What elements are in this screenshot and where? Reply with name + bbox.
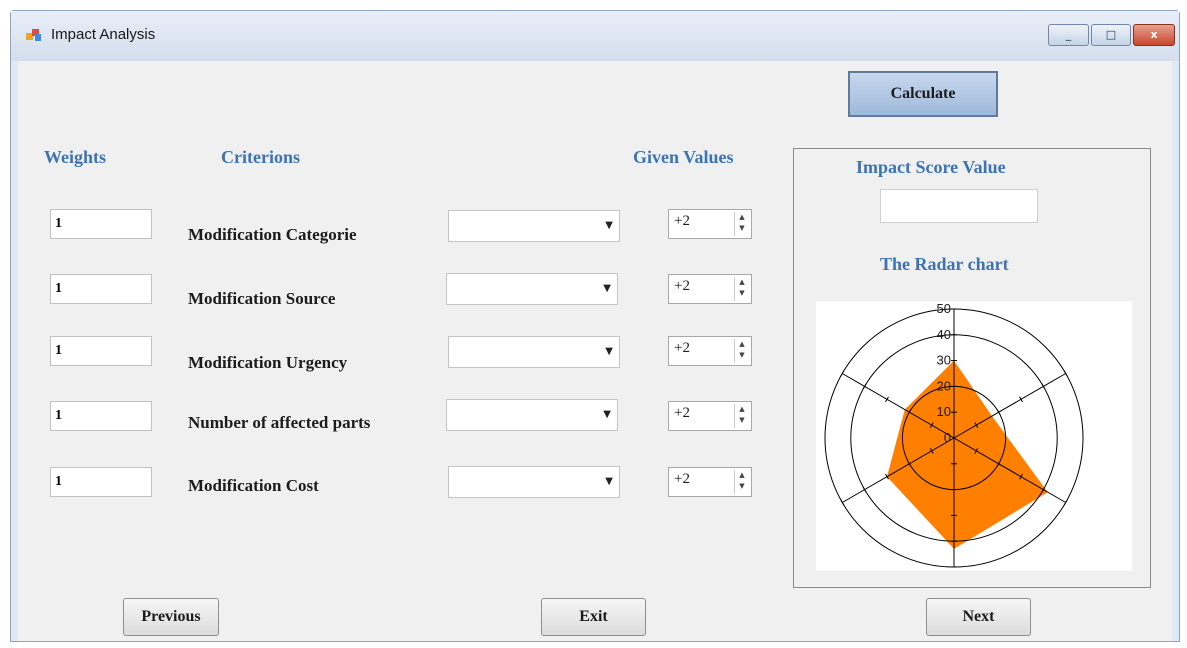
criterion-label-modification-urgency: Modification Urgency [188,353,348,372]
criterion-select-modification-cost[interactable]: ▼ [448,466,620,498]
chevron-down-icon: ▼ [605,476,613,487]
radar-tick-label: 50 [937,301,951,316]
calculate-button[interactable]: Calculate [848,71,998,117]
radar-chart: 0 10 20 30 40 50 [824,301,1084,568]
impact-score-value-heading: Impact Score Value [856,157,1006,177]
chevron-down-icon: ▼ [603,409,611,420]
radar-tick-label: 0 [944,430,951,445]
next-button[interactable]: Next [926,598,1031,636]
given-value-spinner-modification-source[interactable]: +2 ▲ ▼ [668,274,752,304]
radar-tick-label: 30 [937,353,951,368]
given-value-text: +2 [674,471,690,487]
spin-arrows-icon[interactable]: ▲ ▼ [734,404,749,428]
given-value-text: +2 [674,340,690,356]
radar-tick-label: 10 [937,404,951,419]
given-value-text: +2 [674,405,690,421]
weight-input-modification-source[interactable] [50,274,152,304]
radar-tick-mark [862,486,867,493]
given-value-spinner-modification-urgency[interactable]: +2 ▲ ▼ [668,336,752,366]
chevron-down-icon: ▼ [605,220,613,231]
weight-input-modification-categorie[interactable] [50,209,152,239]
radar-tick-mark [1063,370,1068,377]
radar-tick-label: 20 [937,378,951,393]
criterion-select-modification-source[interactable]: ▼ [446,273,618,305]
criterion-label-modification-cost: Modification Cost [188,476,319,495]
spin-arrows-icon[interactable]: ▲ ▼ [734,212,749,236]
minimize-button[interactable]: _ [1048,24,1089,46]
radar-tick-mark [1019,396,1023,403]
previous-button[interactable]: Previous [123,598,219,636]
spin-arrows-icon[interactable]: ▲ ▼ [734,339,749,363]
spin-arrows-icon[interactable]: ▲ ▼ [734,470,749,494]
weight-input-modification-urgency[interactable] [50,336,152,366]
criterion-select-modification-urgency[interactable]: ▼ [448,336,620,368]
radar-tick-mark [840,370,845,377]
radar-tick-label: 40 [937,327,951,342]
chevron-down-icon: ▼ [603,283,611,294]
weight-input-modification-cost[interactable] [50,467,152,497]
radar-tick-mark [862,383,867,390]
app-icon [26,29,41,41]
radar-chart-heading: The Radar chart [880,254,1009,274]
radar-series-area-0 [887,360,1048,549]
given-value-spinner-number-of-affected-parts[interactable]: +2 ▲ ▼ [668,401,752,431]
maximize-button[interactable]: □ [1091,24,1131,46]
exit-button[interactable]: Exit [541,598,646,636]
weight-input-number-of-affected-parts[interactable] [50,401,152,431]
criterion-select-number-of-affected-parts[interactable]: ▼ [446,399,618,431]
radar-tick-mark [1063,499,1068,506]
given-value-text: +2 [674,213,690,229]
impact-score-value-field[interactable] [880,189,1038,223]
radar-tick-mark [885,396,889,403]
criterion-label-modification-source: Modification Source [188,289,336,308]
criterion-label-number-of-affected-parts: Number of affected parts [188,413,371,432]
title-bar: Impact Analysis _ □ x [11,11,1179,61]
radar-tick-mark [996,409,1001,416]
given-value-spinner-modification-cost[interactable]: +2 ▲ ▼ [668,467,752,497]
given-value-text: +2 [674,278,690,294]
client-area: Calculate Weights Criterions Given Value… [18,61,1172,641]
chevron-down-icon: ▼ [605,346,613,357]
close-button[interactable]: x [1133,24,1175,46]
radar-tick-mark [840,499,845,506]
impact-analysis-window: Impact Analysis _ □ x Calculate Weights … [10,10,1180,642]
weights-heading: Weights [44,147,107,167]
given-value-spinner-modification-categorie[interactable]: +2 ▲ ▼ [668,209,752,239]
window-title: Impact Analysis [51,26,156,43]
criterion-label-modification-categorie: Modification Categorie [188,225,357,244]
criterions-heading: Criterions [221,147,300,167]
radar-chart-panel: 0 10 20 30 40 50 [816,301,1132,571]
criterion-select-modification-categorie[interactable]: ▼ [448,210,620,242]
spin-arrows-icon[interactable]: ▲ ▼ [734,277,749,301]
result-panel: Impact Score Value The Radar chart 0 10 20… [793,148,1151,588]
radar-tick-mark [1041,383,1046,390]
given-values-heading: Given Values [633,147,734,167]
